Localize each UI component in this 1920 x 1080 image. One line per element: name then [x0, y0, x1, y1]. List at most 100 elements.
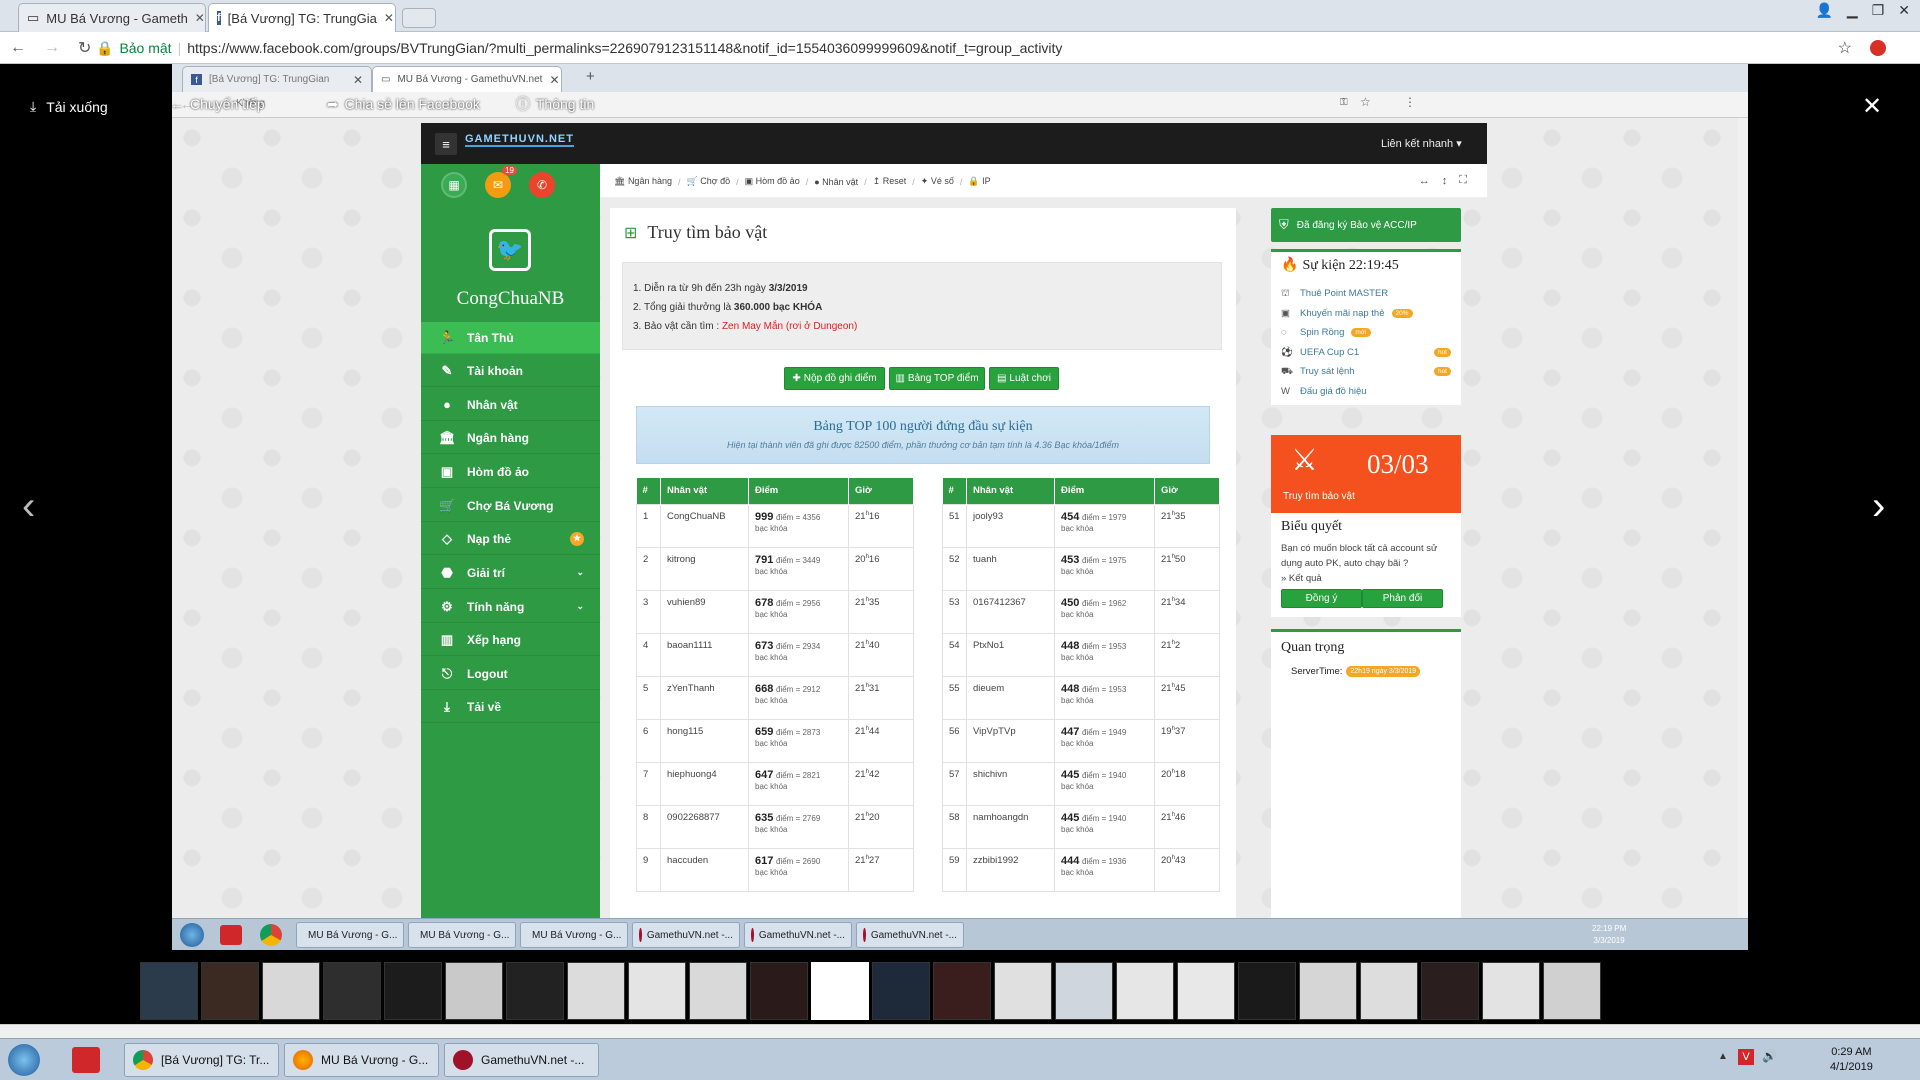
event-item[interactable]: ⛟ Truy sát lệnh hot: [1281, 362, 1451, 382]
close-viewer-icon[interactable]: ✕: [1862, 92, 1882, 121]
photo-thumbnail[interactable]: [811, 962, 869, 1020]
photo-thumbnail[interactable]: [1299, 962, 1357, 1020]
antivirus-icon[interactable]: V: [1738, 1049, 1754, 1065]
horizontal-scrollbar[interactable]: [0, 1024, 1920, 1038]
forward-icon[interactable]: →: [44, 39, 60, 57]
expand-height-icon[interactable]: ↕: [1442, 175, 1448, 187]
reload-icon[interactable]: ↻: [78, 38, 91, 58]
photo-thumbnail[interactable]: [628, 962, 686, 1020]
photo-thumbnail[interactable]: [872, 962, 930, 1020]
info-button[interactable]: ⓘ Thông tin: [516, 94, 594, 114]
taskbar-firefox-window[interactable]: MU Bá Vương - G...: [284, 1043, 439, 1077]
close-tab-icon[interactable]: ✕: [195, 11, 205, 25]
taskbar-chrome-window[interactable]: [Bá Vương] TG: Tr...: [124, 1043, 279, 1077]
top-score-button[interactable]: ▥ Bảng TOP điểm: [889, 367, 985, 390]
user-name[interactable]: CongChuaNB: [421, 288, 600, 310]
user-icon[interactable]: 👤: [1815, 2, 1832, 19]
gamethuvn-app-icon[interactable]: [72, 1047, 100, 1073]
photo-thumbnail[interactable]: [140, 962, 198, 1020]
photo-thumbnail[interactable]: [933, 962, 991, 1020]
photo-thumbnail[interactable]: [1116, 962, 1174, 1020]
prev-photo-icon[interactable]: ‹: [22, 484, 35, 529]
download-button[interactable]: ⤓ Tải xuống: [30, 98, 108, 115]
photo-thumbnail[interactable]: [323, 962, 381, 1020]
breadcrumb-nhan-vat[interactable]: ● Nhân vật: [814, 177, 858, 187]
inner-scrollbar[interactable]: [1738, 118, 1748, 918]
mail-icon[interactable]: ✉ 19: [485, 166, 517, 198]
menu-item-logout[interactable]: ⎋ Logout: [421, 658, 600, 690]
expand-width-icon[interactable]: ↔: [1419, 175, 1430, 187]
back-icon[interactable]: ←: [10, 39, 26, 57]
menu-item-ngan-hang[interactable]: 🏛 Ngân hàng: [421, 422, 600, 454]
submit-item-button[interactable]: ✚ Nộp đồ ghi điểm: [784, 367, 885, 390]
close-window-icon[interactable]: ✕: [1898, 2, 1910, 19]
vote-no-button[interactable]: Phản đối: [1362, 589, 1443, 608]
photo-thumbnail[interactable]: [567, 962, 625, 1020]
new-tab-button[interactable]: [402, 8, 436, 28]
photo-thumbnail[interactable]: [994, 962, 1052, 1020]
promo-card[interactable]: ⚔ 03/03 Truy tìm bảo vật: [1271, 435, 1461, 513]
photo-thumbnail[interactable]: [1421, 962, 1479, 1020]
photo-thumbnail[interactable]: [506, 962, 564, 1020]
photo-thumbnail[interactable]: [1482, 962, 1540, 1020]
photo-thumbnail[interactable]: [384, 962, 442, 1020]
fullscreen-icon[interactable]: ⛶: [1459, 174, 1467, 187]
vote-result-link[interactable]: » Kết quả: [1281, 573, 1322, 584]
quick-links-dropdown[interactable]: Liên kết nhanh ▾: [1381, 137, 1462, 150]
menu-item-xep-hang[interactable]: ▥ Xếp hạng: [421, 624, 600, 656]
photo-thumbnail[interactable]: [1360, 962, 1418, 1020]
menu-item-nap-the[interactable]: ◇ Nạp thẻ ★: [421, 523, 600, 555]
photo-thumbnail[interactable]: [262, 962, 320, 1020]
close-tab-icon[interactable]: ✕: [384, 11, 394, 25]
photo-thumbnail[interactable]: [1238, 962, 1296, 1020]
share-facebook-button[interactable]: ➦ Chia sẻ lên Facebook: [327, 96, 480, 113]
breadcrumb-ve-so[interactable]: ✦ Vé số: [921, 176, 954, 187]
event-item[interactable]: ◌ Spin Rồng mới: [1281, 323, 1451, 343]
menu-item-nhan-vat[interactable]: ● Nhân vật: [421, 389, 600, 421]
volume-icon[interactable]: 🔊: [1762, 1049, 1777, 1063]
event-item[interactable]: W Đấu giá đồ hiệu: [1281, 382, 1451, 402]
event-item[interactable]: ⚽ UEFA Cup C1 hot: [1281, 343, 1451, 363]
photo-thumbnail[interactable]: [689, 962, 747, 1020]
vote-yes-button[interactable]: Đồng ý: [1281, 589, 1362, 608]
menu-item-tai-khoan[interactable]: ✎ Tài khoản: [421, 355, 600, 387]
outer-tab-facebook[interactable]: f [Bá Vương] TG: TrungGia ✕: [208, 3, 396, 32]
taskbar-game-window[interactable]: GamethuVN.net -...: [444, 1043, 599, 1077]
menu-item-cho[interactable]: 🛒 Chợ Bá Vương: [421, 490, 600, 522]
url-field[interactable]: 🔒 Bảo mật | https://www.facebook.com/gro…: [96, 36, 1886, 60]
minimize-icon[interactable]: ▁: [1847, 2, 1858, 19]
menu-item-tinh-nang[interactable]: ⚙ Tính năng ⌄: [421, 591, 600, 623]
photo-thumbnail[interactable]: [201, 962, 259, 1020]
extension-icon[interactable]: [1870, 40, 1886, 56]
system-clock[interactable]: 0:29 AM 4/1/2019: [1830, 1045, 1873, 1075]
next-photo-icon[interactable]: ›: [1872, 484, 1885, 529]
windows-start-icon[interactable]: [8, 1044, 40, 1076]
outer-tab-mu[interactable]: ▭ MU Bá Vương - Gameth ✕: [18, 3, 206, 32]
menu-item-tai-ve[interactable]: ⤓ Tải về: [421, 691, 600, 723]
forward-button[interactable]: ← Chuyển tiếp: [172, 96, 265, 112]
tray-expand-icon[interactable]: ▲: [1718, 1051, 1728, 1062]
chat-icon[interactable]: ✆: [529, 172, 555, 198]
menu-item-giai-tri[interactable]: ⬣ Giải trí ⌄: [421, 557, 600, 589]
calendar-icon[interactable]: ▦: [441, 172, 467, 198]
breadcrumb-ip[interactable]: 🔒 IP: [968, 176, 990, 187]
photo-thumbnail[interactable]: [1055, 962, 1113, 1020]
menu-item-tan-thu[interactable]: 🏃 Tân Thủ: [421, 322, 600, 354]
bookmark-star-icon[interactable]: ☆: [1838, 38, 1852, 58]
hamburger-menu-icon[interactable]: ≡: [435, 133, 457, 155]
breadcrumb-cho-do[interactable]: 🛒 Chợ đồ: [687, 176, 731, 187]
event-item[interactable]: ▣ Khuyến mãi nạp thẻ 20%: [1281, 304, 1451, 324]
breadcrumb-reset[interactable]: ↥ Reset: [873, 176, 907, 187]
event-item[interactable]: ⛫ Thuê Point MASTER: [1281, 284, 1451, 304]
photo-thumbnail[interactable]: [750, 962, 808, 1020]
register-protection-button[interactable]: ⛨ Đã đăng ký Bảo vệ ACC/IP: [1271, 208, 1461, 242]
site-logo[interactable]: GAMETHUVN.NET: [465, 133, 574, 147]
breadcrumb-ngan-hang[interactable]: 🏛 Ngân hàng: [614, 176, 672, 187]
photo-thumbnail[interactable]: [445, 962, 503, 1020]
rules-button[interactable]: ▤ Luật chơi: [989, 367, 1059, 390]
breadcrumb-hom-do-ao[interactable]: ▣ Hòm đồ ảo: [745, 176, 800, 187]
photo-thumbnail[interactable]: [1177, 962, 1235, 1020]
menu-item-hom-do-ao[interactable]: ▣ Hòm đồ ảo: [421, 456, 600, 488]
restore-icon[interactable]: ❐: [1872, 2, 1885, 19]
photo-thumbnail[interactable]: [1543, 962, 1601, 1020]
